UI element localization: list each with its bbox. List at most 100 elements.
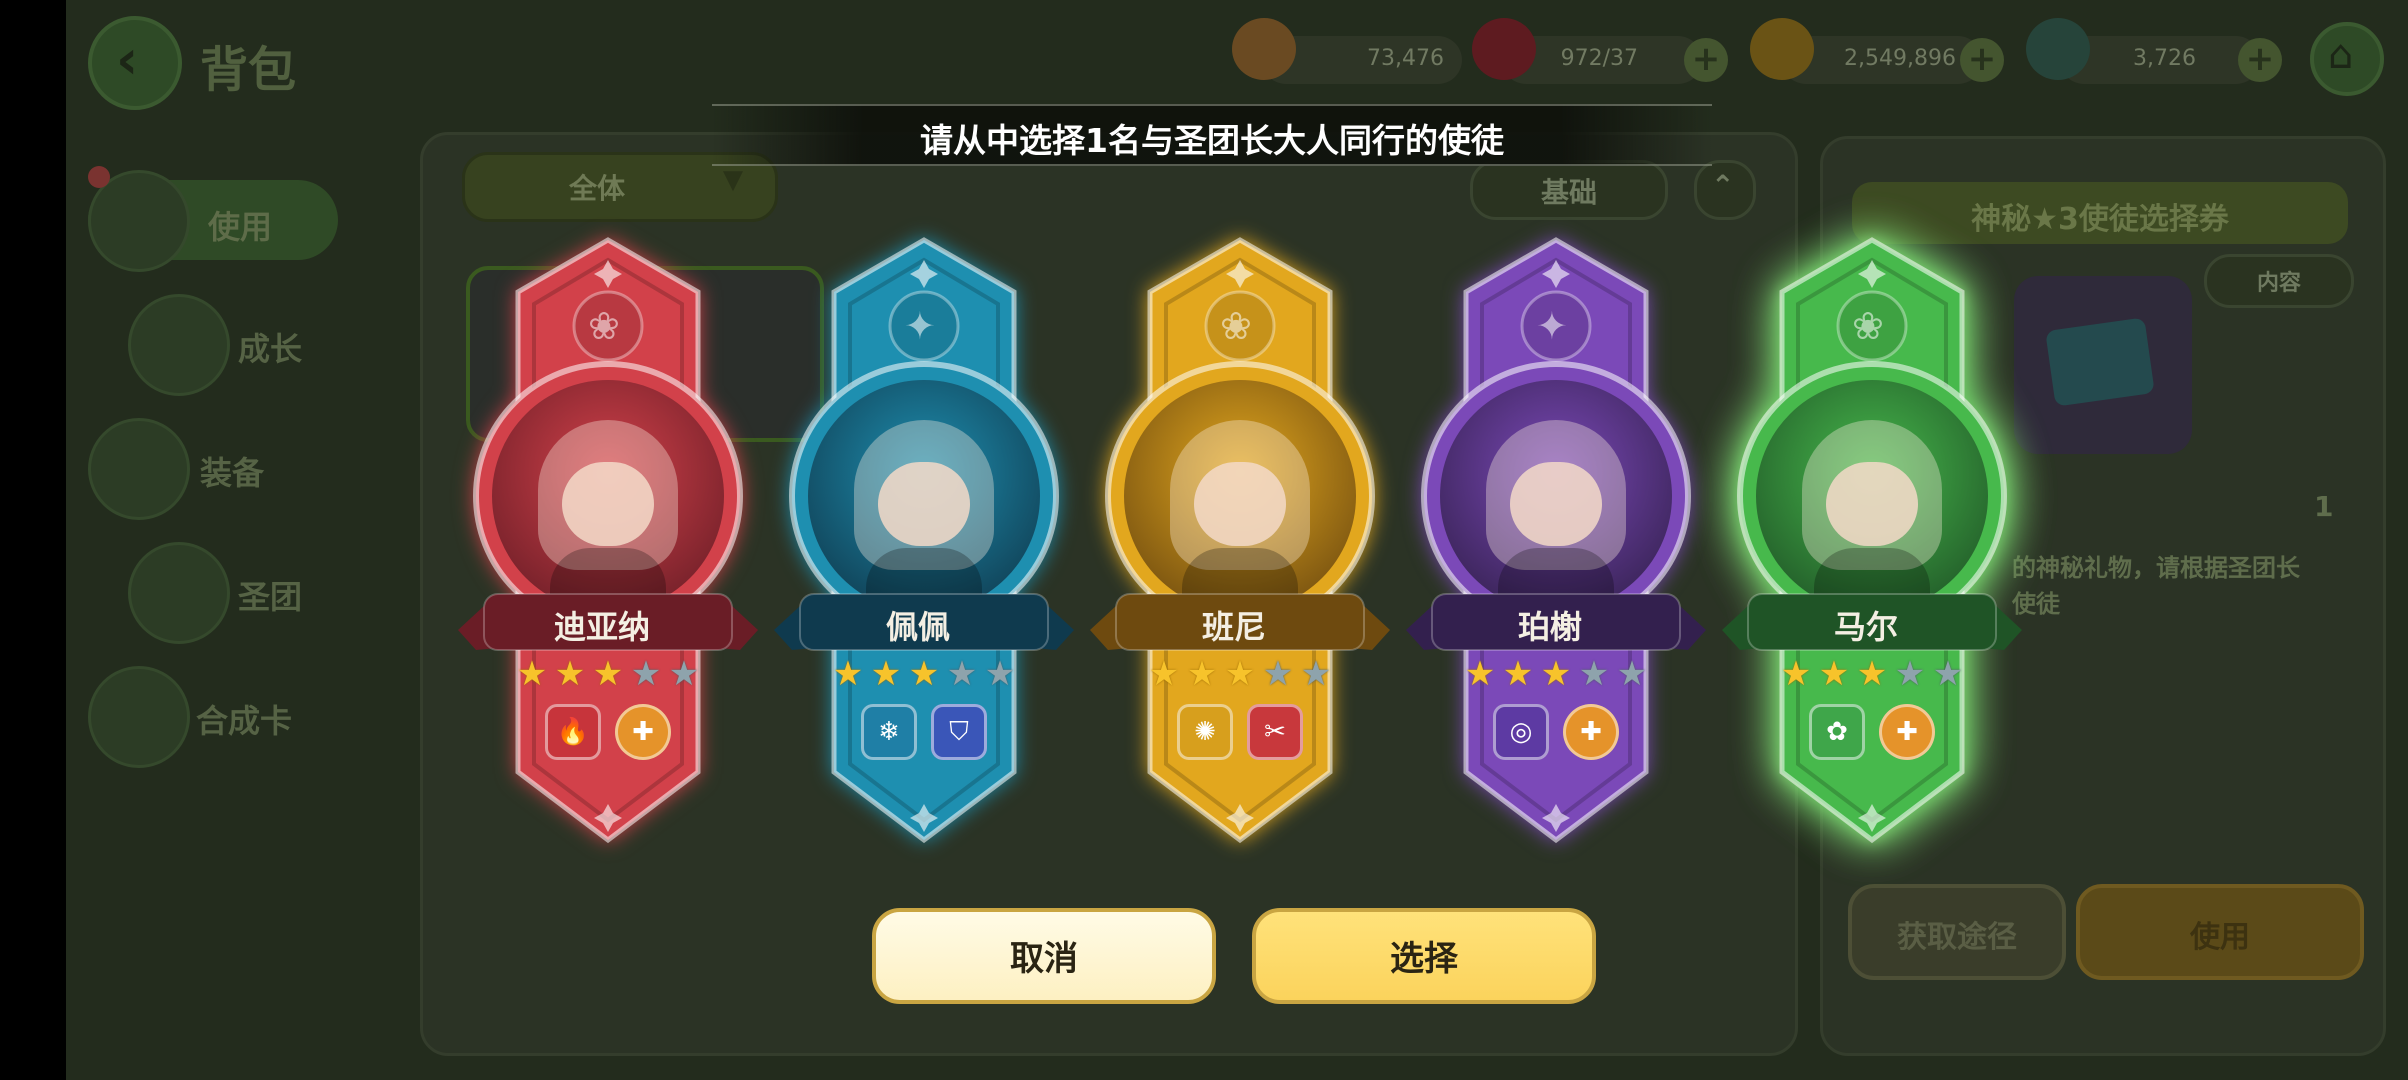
star-icon: ★ <box>1148 654 1180 694</box>
character-face <box>878 462 970 546</box>
star-rating: ★ ★ ★ ★ ★ <box>1461 656 1651 696</box>
page-title: 背包 <box>200 42 297 98</box>
attribute-badges: ❄ ⛉ <box>768 704 1080 760</box>
character-portrait <box>1124 380 1356 612</box>
character-name: 班尼 <box>1201 608 1266 646</box>
star-icon: ★ <box>832 654 864 694</box>
dropdown-arrow-icon: ▼ <box>723 165 743 195</box>
home-icon: ⌂ <box>2328 32 2354 78</box>
star-icon: ★ <box>1464 654 1496 694</box>
attribute-badges: 🔥 ✚ <box>452 704 764 760</box>
star-icon: ★ <box>1818 654 1850 694</box>
shield-icon: ⛉ <box>931 704 987 760</box>
get-route-button[interactable]: 获取途径 <box>1848 884 2066 980</box>
item-count: 1 <box>2314 490 2334 523</box>
paw-crest-icon: ❀ <box>1852 304 1884 348</box>
spark-crest-icon: ✦ <box>1536 304 1568 348</box>
use-label: 使用 <box>2190 920 2250 955</box>
use-button[interactable]: 使用 <box>2076 884 2364 980</box>
character-face <box>1826 462 1918 546</box>
star-icon: ★ <box>554 654 586 694</box>
character-card[interactable]: ✦ 佩佩 ★ ★ ★ ★ ★ ❄ ⛉ <box>768 232 1080 852</box>
card-icon <box>88 666 190 768</box>
character-card[interactable]: ❀ 班尼 ★ ★ ★ ★ ★ ✺ ✂ <box>1084 232 1396 852</box>
resource-leaf: 3,726 <box>2060 36 2260 84</box>
dialog-title-bar: 请从中选择1名与圣团长大人同行的使徒 <box>712 104 1712 166</box>
sidebar-item-equipment[interactable]: 装备 <box>88 418 328 520</box>
item-description-line1: 的神秘礼物，请根据圣团长 <box>2012 554 2300 582</box>
star-icon: ★ <box>1186 654 1218 694</box>
sidebar-item-label: 合成卡 <box>196 702 293 740</box>
paw-crest-icon: ❀ <box>1220 304 1252 348</box>
sidebar-item-label: 圣团 <box>238 578 303 616</box>
add-ruby-button[interactable]: + <box>1684 38 1728 82</box>
star-rating: ★ ★ ★ ★ ★ <box>1145 656 1335 696</box>
character-portrait <box>808 380 1040 612</box>
character-portrait <box>492 380 724 612</box>
sidebar-item-label: 装备 <box>200 454 265 492</box>
collapse-icon: ⌃ <box>1711 169 1735 202</box>
back-button[interactable]: ‹ <box>88 16 182 110</box>
star-icon: ★ <box>1578 654 1610 694</box>
clover-icon: ✿ <box>1809 704 1865 760</box>
cross-icon: ✚ <box>1879 704 1935 760</box>
character-portrait <box>1440 380 1672 612</box>
attribute-badges: ✿ ✚ <box>1716 704 2028 760</box>
sidebar-item-card[interactable]: 合成卡 <box>88 666 328 768</box>
notification-dot <box>88 166 110 188</box>
sidebar-item-guild[interactable]: 圣团 <box>128 542 368 644</box>
character-portrait <box>1756 380 1988 612</box>
cross-icon: ✚ <box>1563 704 1619 760</box>
home-button[interactable]: ⌂ <box>2310 22 2384 96</box>
attribute-badges: ✺ ✂ <box>1084 704 1396 760</box>
star-icon: ★ <box>946 654 978 694</box>
star-icon: ★ <box>1856 654 1888 694</box>
character-face <box>1194 462 1286 546</box>
select-button[interactable]: 选择 <box>1252 908 1596 1004</box>
star-rating: ★ ★ ★ ★ ★ <box>1777 656 1967 696</box>
guild-icon <box>128 542 230 644</box>
star-icon: ★ <box>1262 654 1294 694</box>
collapse-button[interactable]: ⌃ <box>1694 160 1756 220</box>
star-icon: ★ <box>1224 654 1256 694</box>
star-icon: ★ <box>1502 654 1534 694</box>
cross-icon: ✚ <box>615 704 671 760</box>
add-gold-button[interactable]: + <box>1960 38 2004 82</box>
sidebar-item-growth[interactable]: 成长 <box>128 294 368 396</box>
star-icon: ★ <box>870 654 902 694</box>
character-face <box>1510 462 1602 546</box>
resource-value: 73,476 <box>1367 46 1444 71</box>
fire-icon: 🔥 <box>545 704 601 760</box>
spark-crest-icon: ✦ <box>904 304 936 348</box>
character-card[interactable]: ❀ 迪亚纳 ★ ★ ★ ★ ★ 🔥 ✚ <box>452 232 764 852</box>
sidebar-item-use[interactable]: 使用 <box>88 170 338 272</box>
ruby-icon <box>1472 18 1536 80</box>
star-icon: ★ <box>630 654 662 694</box>
growth-icon <box>128 294 230 396</box>
star-rating: ★ ★ ★ ★ ★ <box>829 656 1019 696</box>
gold-coin-icon <box>1750 18 1814 80</box>
star-icon: ★ <box>908 654 940 694</box>
star-rating: ★ ★ ★ ★ ★ <box>513 656 703 696</box>
star-icon: ★ <box>1780 654 1812 694</box>
content-tab-label: 内容 <box>2256 271 2301 296</box>
character-card[interactable]: ✦ 珀榭 ★ ★ ★ ★ ★ ◎ ✚ <box>1400 232 1712 852</box>
star-icon: ★ <box>668 654 700 694</box>
character-name: 珀榭 <box>1517 608 1582 646</box>
star-icon: ★ <box>1540 654 1572 694</box>
swirl-icon: ◎ <box>1493 704 1549 760</box>
cancel-button[interactable]: 取消 <box>872 908 1216 1004</box>
equipment-icon <box>88 418 190 520</box>
content-tab[interactable]: 内容 <box>2204 254 2354 308</box>
add-leaf-button[interactable]: + <box>2238 38 2282 82</box>
sort-basic-button[interactable]: 基础 <box>1470 160 1668 220</box>
star-icon: ★ <box>984 654 1016 694</box>
attribute-badges: ◎ ✚ <box>1400 704 1712 760</box>
character-card[interactable]: ❀ 马尔 ★ ★ ★ ★ ★ ✿ ✚ <box>1716 232 2028 852</box>
sidebar-item-label: 成长 <box>238 330 303 368</box>
tools-icon: ✂ <box>1247 704 1303 760</box>
get-route-label: 获取途径 <box>1897 920 2017 955</box>
cookie-icon <box>1232 18 1296 80</box>
star-icon: ★ <box>1894 654 1926 694</box>
paw-crest-icon: ❀ <box>588 304 620 348</box>
